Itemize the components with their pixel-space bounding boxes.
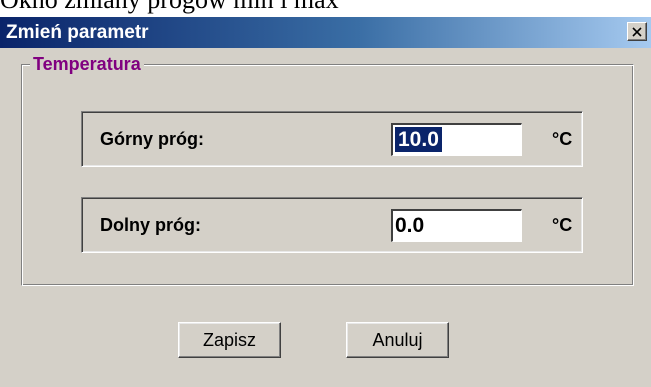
lower-threshold-row: Dolny próg: °C bbox=[81, 197, 583, 253]
upper-threshold-row: Górny próg: 10.0 °C bbox=[81, 111, 583, 167]
lower-threshold-label: Dolny próg: bbox=[100, 215, 201, 235]
cancel-button[interactable]: Anuluj bbox=[346, 322, 449, 358]
upper-threshold-unit: °C bbox=[552, 129, 573, 149]
upper-threshold-input[interactable] bbox=[391, 123, 522, 156]
close-icon bbox=[632, 27, 642, 37]
close-button[interactable] bbox=[627, 22, 647, 41]
lower-threshold-input[interactable] bbox=[391, 209, 522, 242]
title-bar[interactable]: Zmień parametr bbox=[0, 17, 651, 48]
lower-threshold-unit: °C bbox=[552, 215, 573, 235]
save-button[interactable]: Zapisz bbox=[178, 322, 281, 358]
groupbox-legend: Temperatura bbox=[30, 53, 144, 75]
window-title: Zmień parametr bbox=[6, 22, 149, 43]
upper-threshold-label: Górny próg: bbox=[100, 129, 204, 149]
window-caption-text: Okno zmiany progów min i max bbox=[0, 0, 651, 17]
